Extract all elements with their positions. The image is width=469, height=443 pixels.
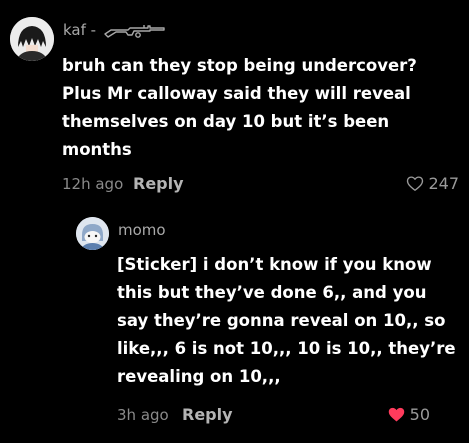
heart-outline-icon — [407, 176, 424, 191]
rifle-icon — [104, 24, 165, 38]
comment-timestamp: 3h ago — [117, 406, 169, 424]
reply-button[interactable]: Reply — [133, 174, 184, 193]
comment-line: revealing on 10,,, — [117, 367, 281, 386]
comment-author[interactable]: kaf - — [63, 21, 166, 39]
comment-line: say they’re gonna reveal on 10,, so — [117, 311, 446, 330]
like-button[interactable]: 247 — [406, 174, 459, 193]
like-count: 247 — [428, 174, 459, 193]
comment-line: bruh can they stop being undercover? — [62, 56, 417, 75]
comment-line: Plus Mr calloway said they will reveal — [62, 84, 411, 103]
comment-line: like,,, 6 is not 10,,, 10 is 10,, they’r… — [117, 339, 456, 358]
like-count: 50 — [409, 405, 430, 424]
heart-filled-icon — [388, 407, 404, 422]
comment-line: months — [62, 140, 132, 159]
comment-1: kaf - bruh can they stop being undercove… — [0, 0, 469, 200]
comment-2: momo [Sticker] i don’t know if you know … — [0, 200, 469, 443]
reply-button[interactable]: Reply — [182, 405, 233, 424]
comment-timestamp: 12h ago — [62, 175, 124, 193]
comment-line: this but they’ve done 6,, and you — [117, 283, 427, 302]
avatar[interactable] — [10, 17, 54, 61]
comment-body: [Sticker] i don’t know if you know this … — [117, 251, 456, 391]
comment-body: bruh can they stop being undercover? Plu… — [62, 52, 417, 164]
author-name: kaf - — [63, 21, 101, 39]
avatar[interactable] — [76, 217, 109, 250]
comment-line: [Sticker] i don’t know if you know — [117, 255, 432, 274]
avatar-anime-boy-icon — [10, 17, 54, 61]
avatar-doodle-icon — [76, 217, 109, 250]
comment-author[interactable]: momo — [118, 221, 166, 239]
like-button[interactable]: 50 — [387, 405, 430, 424]
comment-line: themselves on day 10 but it’s been — [62, 112, 390, 131]
